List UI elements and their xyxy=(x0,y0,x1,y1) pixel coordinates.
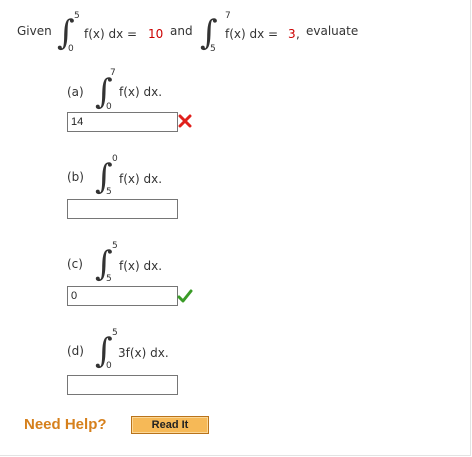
part-c-lower-limit: 5 xyxy=(106,274,112,284)
evaluate-label: evaluate xyxy=(306,24,359,38)
check-icon xyxy=(177,289,193,303)
part-c-answer-input[interactable] xyxy=(71,288,174,304)
part-c-label: (c) xyxy=(67,257,83,271)
part-b-lower-limit: 5 xyxy=(106,187,112,197)
part-a-answer-input[interactable] xyxy=(71,114,174,130)
integral2-lower-limit: 5 xyxy=(210,44,216,54)
part-b-integrand: f(x) dx. xyxy=(119,172,163,186)
part-b-label: (b) xyxy=(67,170,84,184)
part-c-answer-field[interactable] xyxy=(67,286,178,306)
part-a-lower-limit: 0 xyxy=(106,102,112,112)
part-d-label: (d) xyxy=(67,344,84,358)
read-it-button[interactable]: Read It xyxy=(131,416,209,434)
need-help-label: Need Help? xyxy=(24,416,107,433)
part-c-integrand: f(x) dx. xyxy=(119,259,163,273)
cross-icon xyxy=(178,114,192,128)
part-b-answer-field[interactable] xyxy=(67,199,178,219)
integral1-upper-limit: 5 xyxy=(74,11,80,21)
integral1-integrand: f(x) dx = xyxy=(84,27,138,41)
part-b-upper-limit: 0 xyxy=(112,154,118,164)
part-d-integrand: 3f(x) dx. xyxy=(118,346,169,360)
integral1-lower-limit: 0 xyxy=(68,44,74,54)
part-a-label: (a) xyxy=(67,85,84,99)
and-label: and xyxy=(170,24,193,38)
part-d-upper-limit: 5 xyxy=(112,328,118,338)
integral2-value: 3 xyxy=(288,27,296,41)
part-d-answer-field[interactable] xyxy=(67,375,178,395)
part-c-upper-limit: 5 xyxy=(112,241,118,251)
integral2-upper-limit: 7 xyxy=(225,11,231,21)
part-d-answer-input[interactable] xyxy=(71,377,174,393)
integral1-value: 10 xyxy=(148,27,164,41)
part-a-upper-limit: 7 xyxy=(110,68,116,78)
integral2-trailing: , xyxy=(296,27,300,41)
part-b-answer-input[interactable] xyxy=(71,201,174,217)
integral2-integrand: f(x) dx = xyxy=(225,27,279,41)
part-a-answer-field[interactable] xyxy=(67,112,178,132)
part-d-lower-limit: 0 xyxy=(106,361,112,371)
part-a-integrand: f(x) dx. xyxy=(119,85,163,99)
given-label: Given xyxy=(17,24,52,38)
